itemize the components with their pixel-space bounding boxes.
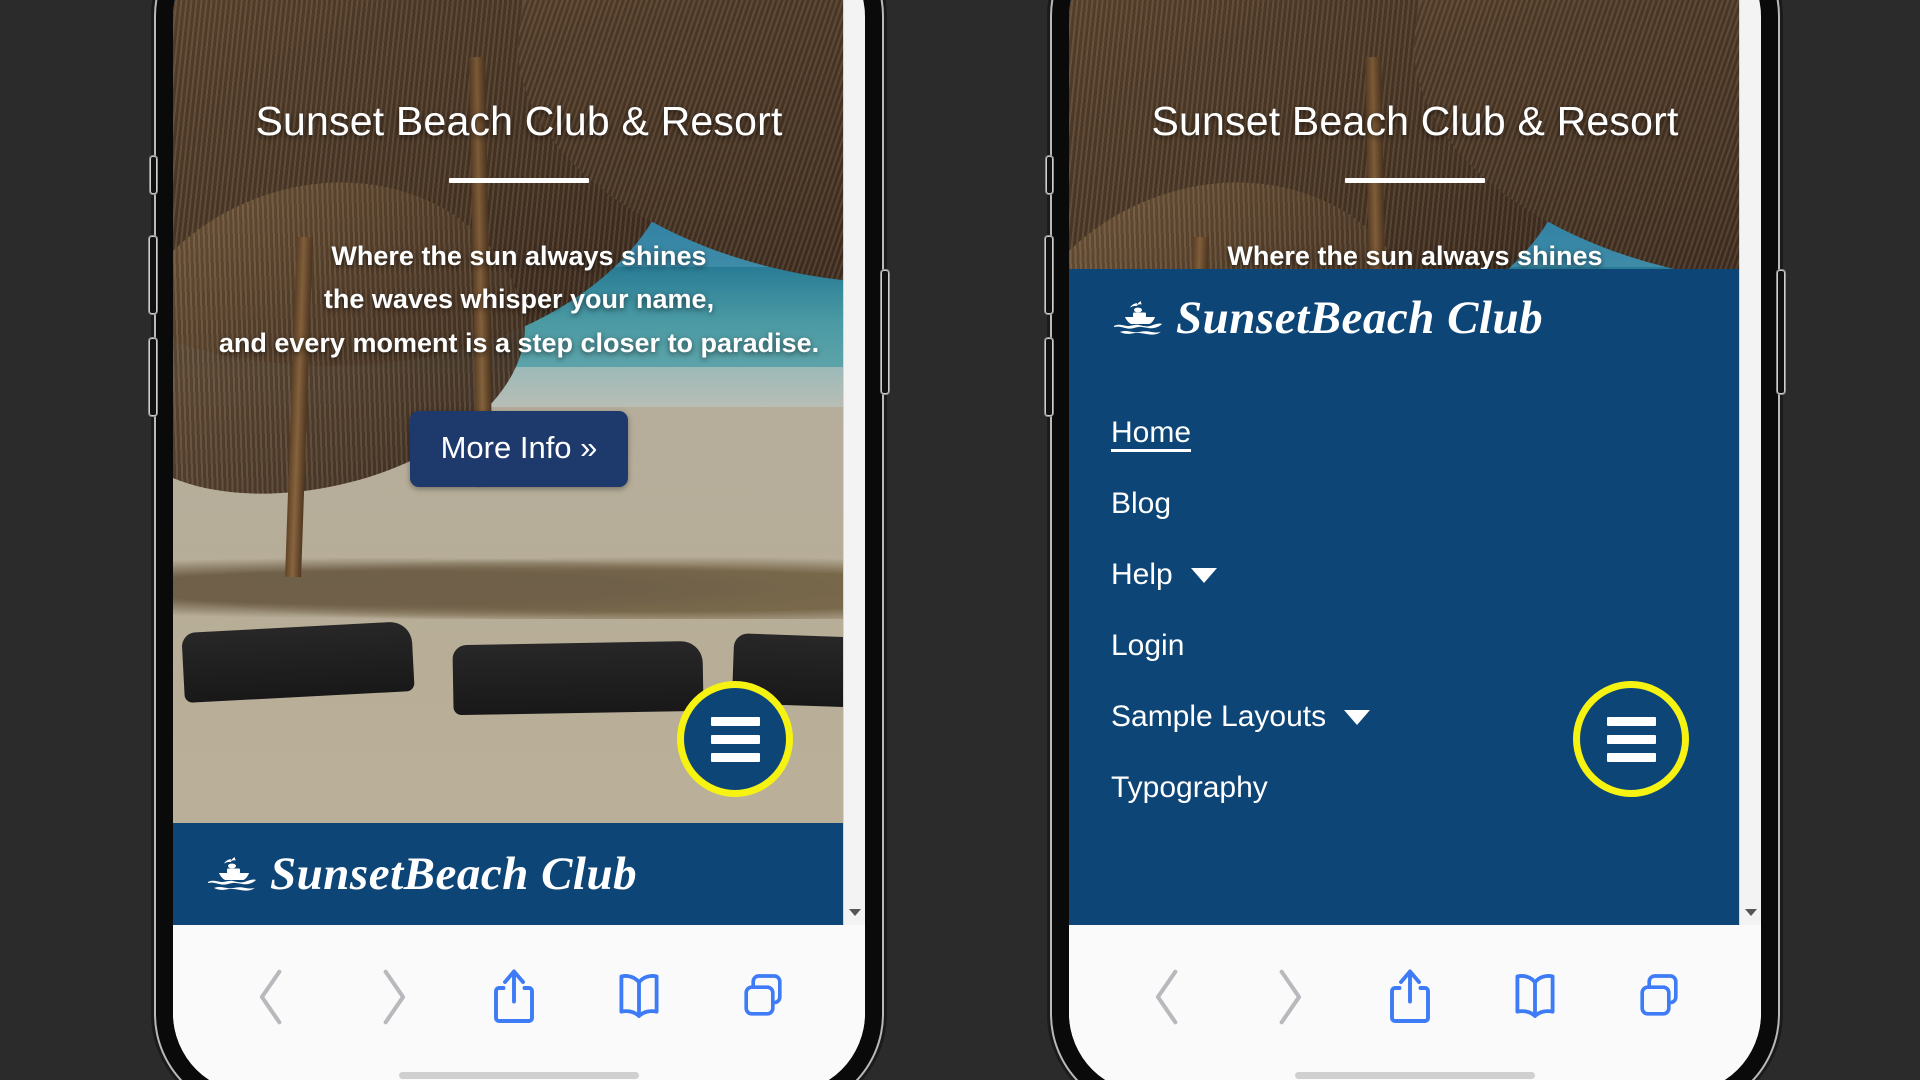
more-info-button[interactable]: More Info » (409, 410, 629, 487)
tabs-button[interactable] (742, 967, 784, 1027)
page-scrollbar[interactable] (843, 0, 865, 925)
back-button[interactable] (1150, 967, 1188, 1027)
navigation-drawer: SunsetBeach Club Home Blog Help Login Sa… (1069, 269, 1761, 925)
nav-item-blog[interactable]: Blog (1111, 476, 1761, 547)
phone-device-left: Sunset Beach Club & Resort Where the sun… (149, 0, 889, 1080)
volume-down-button[interactable] (149, 338, 157, 416)
site-logo[interactable]: SunsetBeach Club (173, 847, 637, 901)
nav-item-label: Sample Layouts (1111, 700, 1327, 733)
bookmarks-button[interactable] (1513, 967, 1557, 1027)
hero-tagline-line-2: the waves whisper your name, (323, 284, 715, 315)
nav-item-label: Home (1111, 416, 1192, 449)
boat-island-icon (1114, 301, 1162, 335)
nav-item-label: Typography (1111, 771, 1268, 804)
hero-tagline: Where the sun always shines the waves wh… (173, 235, 865, 365)
chevron-down-icon[interactable] (1190, 567, 1217, 583)
brand-wordmark: SunsetBeach Club (270, 848, 638, 900)
browser-viewport-right: Sunset Beach Club & Resort Where the sun… (1069, 0, 1761, 925)
safari-toolbar-left (173, 925, 865, 1080)
browser-viewport-left: Sunset Beach Club & Resort Where the sun… (173, 0, 865, 925)
hero-title: Sunset Beach Club & Resort (255, 98, 783, 144)
hamburger-line (710, 752, 760, 762)
site-logo[interactable]: SunsetBeach Club (1111, 269, 1761, 345)
hamburger-line (710, 734, 760, 744)
bookmarks-button[interactable] (617, 967, 661, 1027)
hamburger-line (1606, 752, 1656, 762)
silent-switch[interactable] (1046, 156, 1053, 194)
hamburger-line (1606, 734, 1656, 744)
nav-item-login[interactable]: Login (1111, 618, 1761, 689)
phone-device-right: Sunset Beach Club & Resort Where the sun… (1045, 0, 1785, 1080)
volume-up-button[interactable] (149, 236, 157, 314)
hero-content: Sunset Beach Club & Resort Where the sun… (173, 0, 865, 487)
silent-switch[interactable] (150, 156, 157, 194)
scroll-down-arrow-icon[interactable] (1745, 909, 1757, 916)
share-button[interactable] (1389, 967, 1431, 1027)
hero-tagline-line-1: Where the sun always shines (1227, 241, 1603, 272)
forward-button[interactable] (1269, 967, 1307, 1027)
nav-item-label: Blog (1111, 487, 1172, 520)
volume-up-button[interactable] (1045, 236, 1053, 314)
share-button[interactable] (493, 967, 535, 1027)
hero-divider (449, 178, 589, 184)
back-button[interactable] (254, 967, 292, 1027)
nav-item-home[interactable]: Home (1111, 405, 1761, 476)
volume-down-button[interactable] (1045, 338, 1053, 416)
power-button[interactable] (881, 270, 889, 394)
hamburger-menu-button[interactable] (677, 681, 793, 797)
boat-island-icon (208, 857, 256, 891)
safari-toolbar-right (1069, 925, 1761, 1080)
scroll-down-arrow-icon[interactable] (849, 909, 861, 916)
hero-tagline-line-3: and every moment is a step closer to par… (218, 327, 820, 358)
home-indicator (1295, 1072, 1535, 1079)
hamburger-line (1606, 716, 1656, 726)
brand-wordmark: SunsetBeach Club (1176, 292, 1544, 344)
hamburger-line (710, 716, 760, 726)
page-scrollbar[interactable] (1739, 0, 1761, 925)
hero-tagline-line-1: Where the sun always shines (331, 241, 707, 272)
chevron-down-icon[interactable] (1344, 709, 1371, 725)
hero-title: Sunset Beach Club & Resort (1151, 98, 1679, 144)
screenshot-stage: Sunset Beach Club & Resort Where the sun… (0, 0, 1920, 1080)
hero-divider (1345, 178, 1485, 184)
home-indicator (399, 1072, 639, 1079)
nav-item-label: Login (1111, 629, 1185, 662)
site-footer-brandbar: SunsetBeach Club (173, 823, 865, 925)
phone-screen-left: Sunset Beach Club & Resort Where the sun… (173, 0, 865, 1080)
tabs-button[interactable] (1638, 967, 1680, 1027)
power-button[interactable] (1777, 270, 1785, 394)
phone-screen-right: Sunset Beach Club & Resort Where the sun… (1069, 0, 1761, 1080)
nav-item-label: Help (1111, 558, 1173, 591)
hamburger-menu-button[interactable] (1573, 681, 1689, 797)
nav-item-help[interactable]: Help (1111, 547, 1761, 618)
forward-button[interactable] (373, 967, 411, 1027)
